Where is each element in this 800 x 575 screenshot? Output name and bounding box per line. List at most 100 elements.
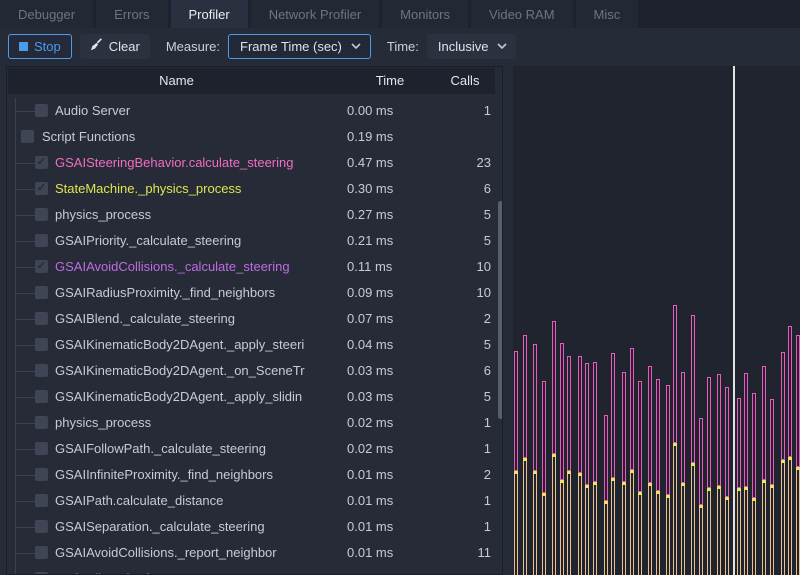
row-calls: 23: [401, 150, 491, 176]
table-row[interactable]: physics_process0.02 ms1: [7, 410, 503, 436]
tree-guide: [15, 475, 35, 476]
steering-time-segment: [796, 335, 800, 467]
table-row[interactable]: GSAIInfiniteProximity._find_neighbors0.0…: [7, 462, 503, 488]
physics-time-segment: [552, 457, 556, 575]
table-row[interactable]: physics_process0.27 ms5: [7, 202, 503, 228]
row-checkbox[interactable]: [35, 338, 48, 351]
table-row[interactable]: Projectile._physics_process0.01 ms2: [7, 566, 503, 575]
physics-time-segment: [578, 476, 582, 575]
row-name: Script Functions: [42, 124, 341, 150]
tree-guide: [15, 501, 35, 502]
row-name: GSAIAvoidCollisions._report_neighbor: [55, 540, 341, 566]
clear-button[interactable]: Clear: [80, 34, 150, 59]
row-checkbox[interactable]: [35, 442, 48, 455]
tab-monitors[interactable]: Monitors: [382, 0, 468, 28]
table-row[interactable]: GSAIBlend._calculate_steering0.07 ms2: [7, 306, 503, 332]
table-row[interactable]: ✓GSAIAvoidCollisions._calculate_steering…: [7, 254, 503, 280]
physics-time-segment: [725, 500, 729, 575]
row-checkbox[interactable]: [35, 312, 48, 325]
physics-time-segment: [681, 486, 685, 575]
physics-time-segment: [567, 474, 571, 575]
steering-time-segment: [770, 399, 774, 485]
table-row[interactable]: GSAIAvoidCollisions._report_neighbor0.01…: [7, 540, 503, 566]
table-row[interactable]: GSAIKinematicBody2DAgent._apply_steeri0.…: [7, 332, 503, 358]
table-row[interactable]: GSAIFollowPath._calculate_steering0.02 m…: [7, 436, 503, 462]
physics-time-segment: [699, 508, 703, 575]
frame-time-graph[interactable]: [513, 66, 800, 575]
row-name: GSAISeparation._calculate_steering: [55, 514, 341, 540]
row-checkbox[interactable]: [35, 390, 48, 403]
row-name: Projectile._physics_process: [55, 566, 341, 575]
row-name: physics_process: [55, 410, 341, 436]
physics-time-segment: [796, 470, 800, 575]
steering-time-segment: [788, 326, 792, 457]
row-checkbox[interactable]: [35, 234, 48, 247]
graph-playhead[interactable]: [733, 66, 735, 575]
frame-bar: [752, 393, 756, 575]
tab-profiler[interactable]: Profiler: [171, 0, 248, 28]
row-calls: 1: [401, 98, 491, 124]
tab-misc[interactable]: Misc: [576, 0, 639, 28]
row-checkbox[interactable]: [35, 416, 48, 429]
time-dropdown[interactable]: Inclusive: [427, 34, 517, 59]
tree-guide: [15, 124, 16, 150]
physics-time-segment: [585, 488, 589, 575]
physics-time-segment: [691, 466, 695, 575]
row-name: GSAIPriority._calculate_steering: [55, 228, 341, 254]
table-row[interactable]: GSAIPriority._calculate_steering0.21 ms5: [7, 228, 503, 254]
steering-time-segment: [560, 343, 564, 480]
row-checkbox[interactable]: [35, 286, 48, 299]
clear-button-label: Clear: [109, 39, 140, 54]
steering-time-segment: [552, 321, 556, 454]
table-row[interactable]: GSAIRadiusProximity._find_neighbors0.09 …: [7, 280, 503, 306]
row-checkbox[interactable]: [35, 104, 48, 117]
physics-time-segment: [648, 486, 652, 575]
column-header-calls[interactable]: Calls: [435, 68, 495, 94]
tab-errors[interactable]: Errors: [96, 0, 167, 28]
tree-guide: [15, 163, 35, 164]
row-checkbox[interactable]: ✓: [35, 182, 48, 195]
tab-video-ram[interactable]: Video RAM: [471, 0, 573, 28]
column-header-time[interactable]: Time: [345, 68, 435, 94]
tab-network-profiler[interactable]: Network Profiler: [251, 0, 379, 28]
row-checkbox[interactable]: [35, 494, 48, 507]
steering-time-segment: [762, 366, 766, 480]
row-calls: 2: [401, 566, 491, 575]
row-checkbox[interactable]: [35, 208, 48, 221]
steering-time-segment: [585, 363, 589, 485]
frame-bar: [656, 379, 660, 575]
row-calls: 6: [401, 176, 491, 202]
steering-time-segment: [744, 373, 748, 487]
frame-bar: [717, 374, 721, 575]
row-calls: 10: [401, 254, 491, 280]
stop-button[interactable]: Stop: [8, 34, 72, 59]
row-calls: 1: [401, 488, 491, 514]
frame-bar: [567, 356, 571, 575]
table-row[interactable]: GSAIPath.calculate_distance0.01 ms1: [7, 488, 503, 514]
physics-time-segment: [638, 495, 642, 575]
measure-dropdown[interactable]: Frame Time (sec): [228, 34, 371, 59]
row-checkbox[interactable]: ✓: [35, 260, 48, 273]
column-header-name[interactable]: Name: [8, 68, 345, 94]
row-checkbox[interactable]: ✓: [35, 156, 48, 169]
row-checkbox[interactable]: [35, 364, 48, 377]
table-row[interactable]: GSAIKinematicBody2DAgent._on_SceneTr0.03…: [7, 358, 503, 384]
table-row[interactable]: GSAIKinematicBody2DAgent._apply_slidin0.…: [7, 384, 503, 410]
table-scrollbar[interactable]: [498, 201, 503, 419]
row-checkbox[interactable]: [35, 546, 48, 559]
tree-guide: [15, 553, 35, 554]
table-row[interactable]: Script Functions0.19 ms: [7, 124, 503, 150]
physics-time-segment: [770, 488, 774, 575]
steering-time-segment: [533, 344, 537, 471]
table-row[interactable]: ✓StateMachine._physics_process0.30 ms6: [7, 176, 503, 202]
table-row[interactable]: Audio Server0.00 ms1: [7, 98, 503, 124]
tab-debugger[interactable]: Debugger: [0, 0, 93, 28]
frame-bar: [514, 351, 518, 575]
frame-bar: [737, 398, 741, 575]
row-checkbox[interactable]: [35, 468, 48, 481]
row-checkbox[interactable]: [35, 520, 48, 533]
table-row[interactable]: ✓GSAISteeringBehavior.calculate_steering…: [7, 150, 503, 176]
steering-time-segment: [673, 305, 677, 443]
table-row[interactable]: GSAISeparation._calculate_steering0.01 m…: [7, 514, 503, 540]
row-checkbox[interactable]: [21, 130, 34, 143]
